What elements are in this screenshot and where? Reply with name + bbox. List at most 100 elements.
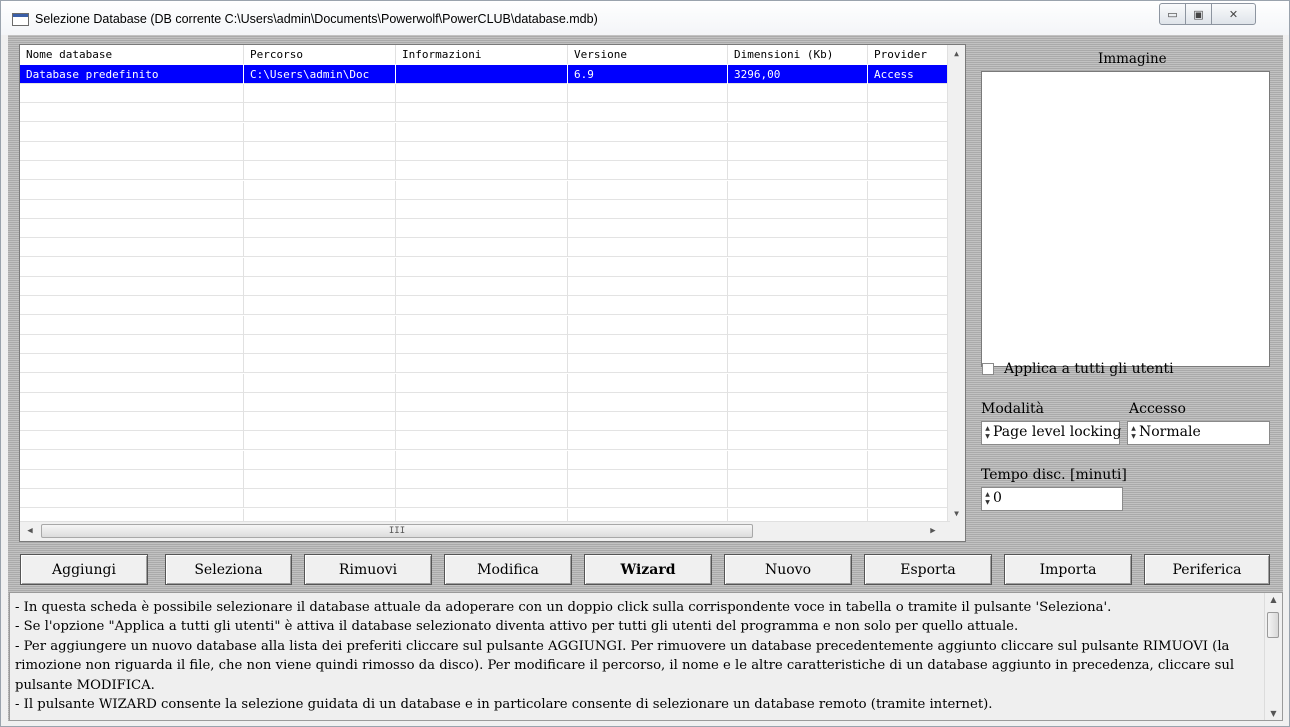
column-header-name[interactable]: Nome database: [20, 45, 244, 64]
grid-line: [867, 161, 868, 181]
scroll-up-icon[interactable]: ▲: [1265, 595, 1282, 604]
grid-line: [727, 489, 728, 509]
grid-line: [243, 161, 244, 181]
table-vertical-scrollbar[interactable]: ▲ ▼: [947, 45, 965, 522]
column-header-version[interactable]: Versione: [568, 45, 728, 64]
grid-line: [567, 296, 568, 316]
close-button[interactable]: ✕: [1211, 3, 1256, 25]
empty-table-row: [20, 199, 950, 219]
esporta-button[interactable]: Esporta: [864, 554, 992, 585]
empty-table-row: [20, 450, 950, 470]
aggiungi-button[interactable]: Aggiungi: [20, 554, 148, 585]
grid-line: [867, 103, 868, 123]
scroll-down-icon[interactable]: ▼: [948, 505, 965, 522]
grid-line: [243, 296, 244, 316]
accesso-value: Normale: [1139, 424, 1201, 440]
help-text-area[interactable]: - In questa scheda è possibile seleziona…: [9, 592, 1283, 721]
help-line: - Se l'opzione "Applica a tutti gli uten…: [15, 619, 1019, 635]
grid-line: [727, 354, 728, 374]
empty-table-row: [20, 373, 950, 393]
empty-table-row: [20, 103, 950, 123]
grid-line: [727, 392, 728, 412]
scroll-up-icon[interactable]: ▲: [948, 45, 965, 62]
importa-button[interactable]: Importa: [1004, 554, 1132, 585]
grid-line: [243, 392, 244, 412]
apply-all-checkbox[interactable]: [982, 363, 994, 375]
empty-table-row: [20, 84, 950, 103]
grid-line: [567, 219, 568, 239]
grid-line: [567, 238, 568, 258]
help-line: - In questa scheda è possibile seleziona…: [15, 600, 1112, 615]
column-header-info[interactable]: Informazioni: [396, 45, 568, 64]
grid-line: [727, 431, 728, 451]
grid-line: [867, 238, 868, 258]
grid-line: [727, 84, 728, 103]
grid-line: [567, 450, 568, 470]
grid-line: [243, 103, 244, 123]
modalita-spinner[interactable]: ▲ ▼ Page level locking: [981, 421, 1121, 445]
scroll-right-icon[interactable]: ▶: [926, 524, 940, 538]
grid-line: [727, 450, 728, 470]
grid-line: [567, 334, 568, 354]
grid-line: [727, 103, 728, 123]
rimuovi-button[interactable]: Rimuovi: [304, 554, 432, 585]
grid-line: [395, 141, 396, 161]
maximize-button[interactable]: ▣: [1185, 3, 1212, 25]
accesso-spinner[interactable]: ▲ ▼ Normale: [1127, 421, 1270, 445]
tempo-value: 0: [993, 490, 1002, 506]
grid-line: [727, 122, 728, 142]
column-header-path[interactable]: Percorso: [244, 45, 396, 64]
column-header-size[interactable]: Dimensioni (Kb): [728, 45, 868, 64]
grid-line: [567, 392, 568, 412]
empty-table-row: [20, 277, 950, 296]
close-icon: ✕: [1228, 7, 1239, 21]
grid-line: [867, 392, 868, 412]
empty-table-row: [20, 431, 950, 451]
grid-line: [867, 373, 868, 393]
modifica-button[interactable]: Modifica: [444, 554, 572, 585]
empty-table-row: [20, 257, 950, 277]
empty-table-row: [20, 141, 950, 161]
seleziona-button[interactable]: Seleziona: [165, 554, 292, 585]
horizontal-scroll-thumb[interactable]: III: [41, 524, 753, 538]
spinner-arrows-icon[interactable]: ▲ ▼: [984, 425, 991, 441]
tempo-spinner[interactable]: ▲ ▼ 0: [981, 487, 1123, 511]
grid-line: [867, 412, 868, 432]
table-horizontal-scrollbar[interactable]: ◀ III ▶: [20, 521, 950, 541]
scroll-left-icon[interactable]: ◀: [23, 524, 37, 538]
grid-line: [867, 315, 868, 335]
apply-all-label[interactable]: Applica a tutti gli utenti: [1004, 361, 1174, 377]
nuovo-button[interactable]: Nuovo: [724, 554, 852, 585]
grid-line: [243, 199, 244, 219]
scroll-down-icon[interactable]: ▼: [1265, 709, 1282, 718]
grid-line: [243, 373, 244, 393]
cell-path: C:\Users\admin\Doc: [244, 65, 396, 84]
help-scroll-thumb[interactable]: [1267, 612, 1279, 638]
grid-line: [395, 392, 396, 412]
spinner-arrows-icon[interactable]: ▲ ▼: [1130, 425, 1137, 441]
image-label: Immagine: [1098, 51, 1167, 67]
table-row[interactable]: Database predefinito C:\Users\admin\Doc …: [20, 65, 950, 84]
grid-line: [243, 180, 244, 200]
grid-line: [567, 412, 568, 432]
database-table[interactable]: Nome database Percorso Informazioni Vers…: [19, 44, 966, 542]
grid-line: [395, 277, 396, 296]
empty-table-row: [20, 180, 950, 200]
grid-line: [867, 199, 868, 219]
empty-table-row: [20, 219, 950, 239]
database-selection-window: Selezione Database (DB corrente C:\Users…: [0, 0, 1290, 727]
periferica-button[interactable]: Periferica: [1144, 554, 1270, 585]
empty-table-row: [20, 334, 950, 354]
column-header-provider[interactable]: Provider: [868, 45, 950, 64]
grid-line: [395, 199, 396, 219]
spinner-arrows-icon[interactable]: ▲ ▼: [984, 491, 991, 507]
grid-line: [867, 354, 868, 374]
wizard-button[interactable]: Wizard: [584, 554, 712, 585]
grid-line: [567, 84, 568, 103]
grid-line: [567, 315, 568, 335]
help-scrollbar[interactable]: ▲ ▼: [1264, 593, 1282, 720]
grid-line: [567, 373, 568, 393]
grid-line: [395, 450, 396, 470]
grid-line: [243, 238, 244, 258]
minimize-button[interactable]: ▭: [1159, 3, 1186, 25]
